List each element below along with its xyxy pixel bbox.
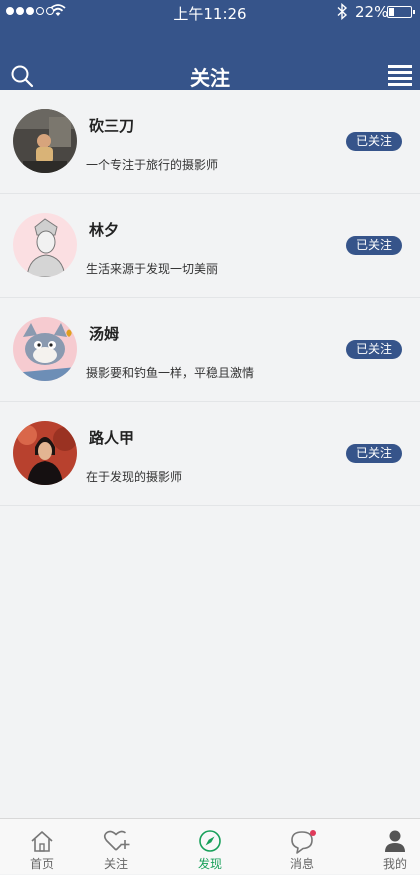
battery-icon [387, 6, 415, 18]
tab-label: 我的 [382, 857, 407, 871]
user-icon [385, 830, 405, 852]
page-title: 关注 [190, 66, 230, 90]
bluetooth-icon [337, 3, 348, 20]
tab-home[interactable]: 首页 [0, 819, 84, 875]
tab-label: 首页 [29, 857, 54, 871]
followed-button[interactable]: 已关注 [345, 236, 402, 255]
chat-icon [291, 830, 316, 854]
followed-button[interactable]: 已关注 [345, 340, 402, 359]
tab-messages[interactable]: 消息 [260, 819, 344, 875]
follow-name: 路人甲 [89, 429, 135, 447]
avatar[interactable] [13, 109, 77, 173]
menu-icon[interactable] [388, 65, 412, 87]
list-item[interactable]: 汤姆 摄影要和钓鱼一样，平稳且激情 已关注 [0, 298, 420, 402]
avatar[interactable] [13, 421, 77, 485]
followed-button[interactable]: 已关注 [345, 132, 402, 151]
app-header: 上午11:26 22% 关注 [0, 0, 420, 90]
battery-percentage: 22% [355, 3, 389, 21]
follow-description: 生活来源于发现一切美丽 [86, 262, 219, 276]
follow-name: 汤姆 [89, 325, 120, 343]
status-bar: 上午11:26 22% [0, 0, 420, 24]
follow-description: 摄影要和钓鱼一样，平稳且激情 [86, 366, 255, 380]
tab-me[interactable]: 我的 [353, 819, 420, 875]
follow-name: 砍三刀 [89, 117, 135, 135]
heart-plus-icon [103, 830, 130, 851]
follow-name: 林夕 [89, 221, 120, 239]
tab-discover[interactable]: 发现 [168, 819, 252, 875]
followed-button[interactable]: 已关注 [345, 444, 402, 463]
tab-label: 消息 [289, 857, 314, 871]
list-item[interactable]: 林夕 生活来源于发现一切美丽 已关注 [0, 194, 420, 298]
follow-description: 一个专注于旅行的摄影师 [86, 158, 219, 172]
list-item[interactable]: 砍三刀 一个专注于旅行的摄影师 已关注 [0, 90, 420, 194]
follow-description: 在于发现的摄影师 [86, 470, 183, 484]
tab-label: 发现 [197, 857, 222, 871]
tab-label: 关注 [103, 857, 128, 871]
tab-bar: 首页 关注 发现 消息 我的 [0, 818, 420, 874]
avatar[interactable] [13, 317, 77, 381]
compass-icon [199, 830, 221, 852]
tab-follow[interactable]: 关注 [74, 819, 158, 875]
follow-list: 砍三刀 一个专注于旅行的摄影师 已关注 林夕 生活来源于发现一切美丽 已关注 汤… [0, 90, 420, 506]
avatar[interactable] [13, 213, 77, 277]
home-icon [31, 831, 53, 852]
list-item[interactable]: 路人甲 在于发现的摄影师 已关注 [0, 402, 420, 506]
